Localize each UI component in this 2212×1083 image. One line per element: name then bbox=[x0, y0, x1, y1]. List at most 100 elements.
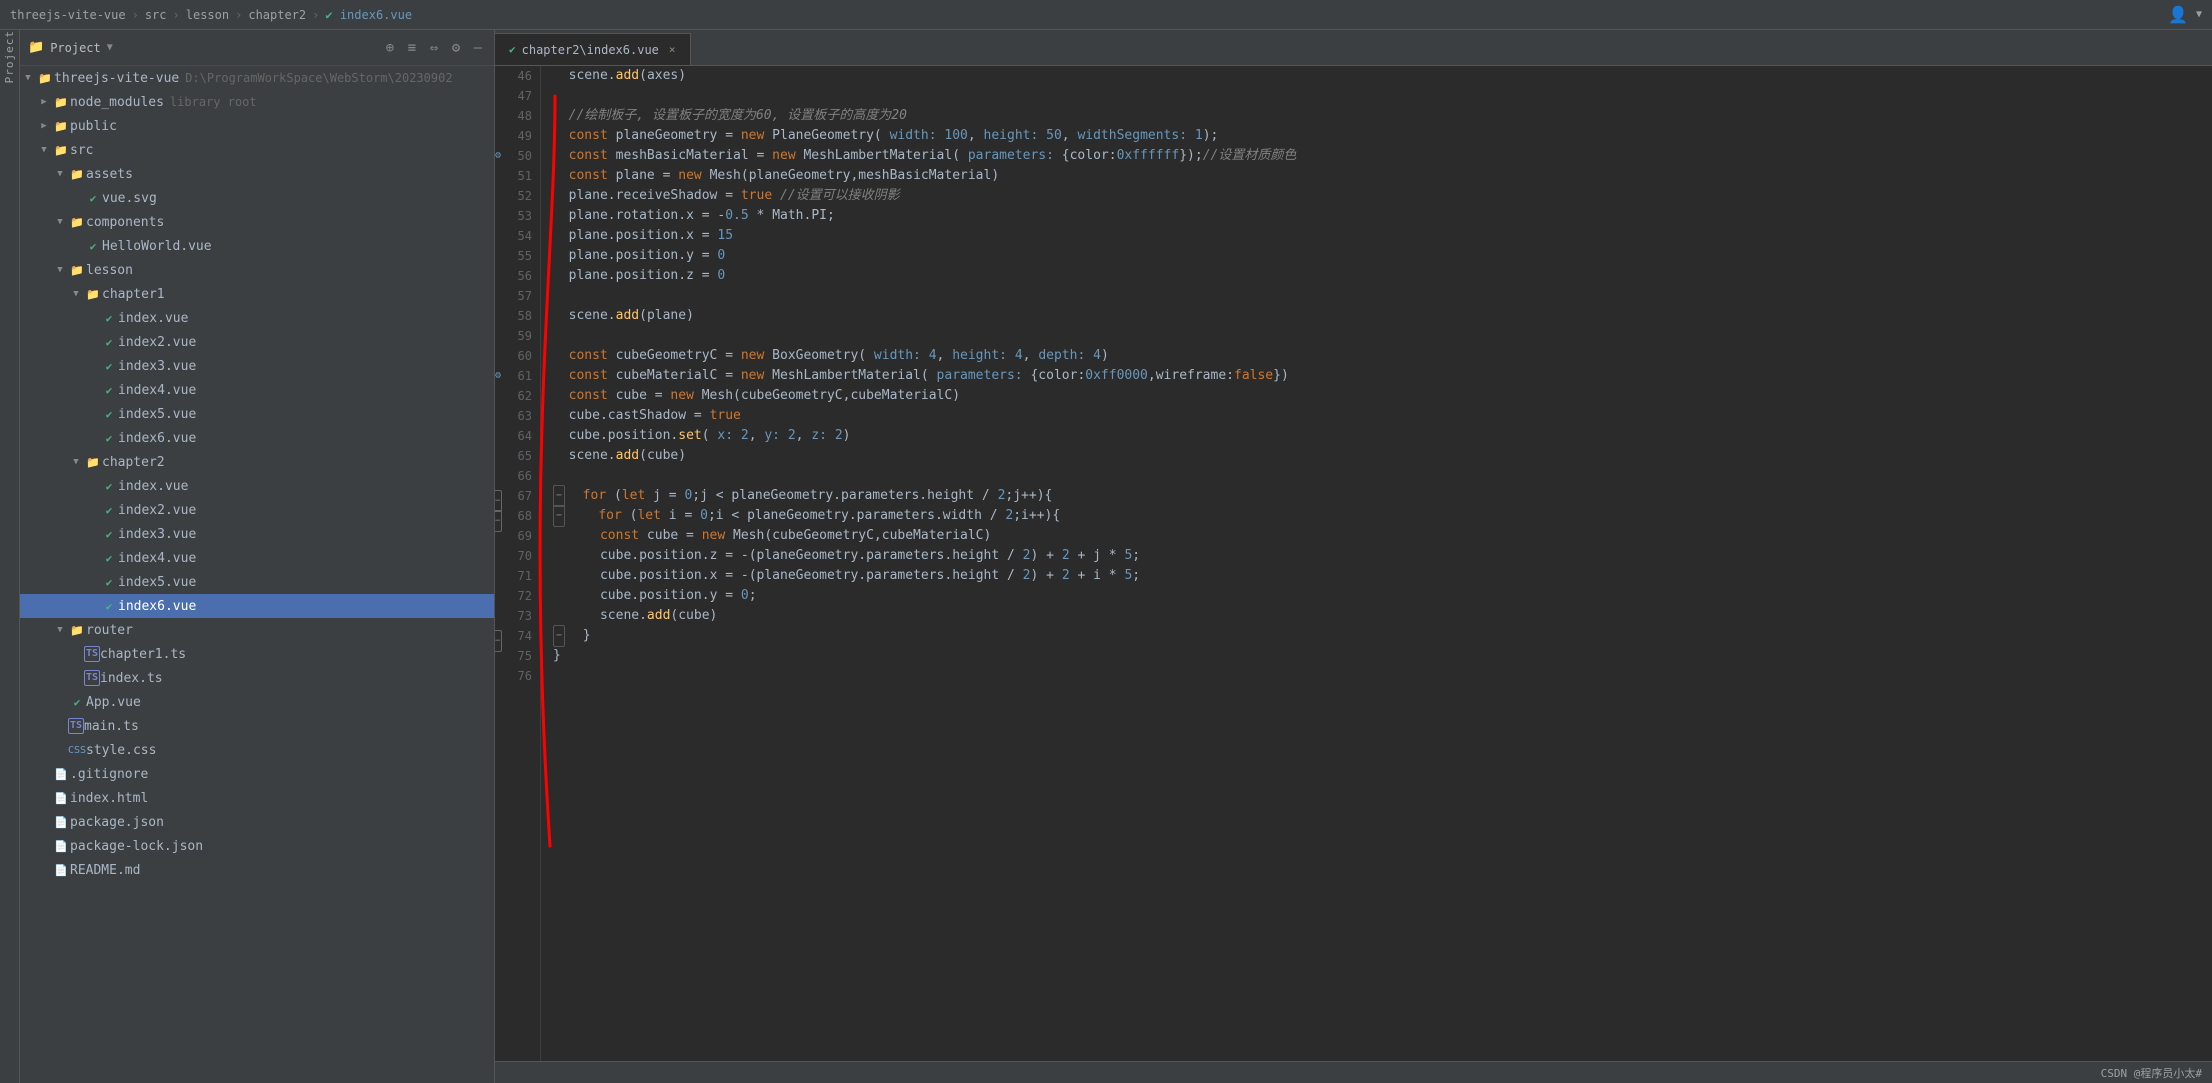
tree-item-chapter1-ts[interactable]: ▶ TS chapter1.ts bbox=[20, 642, 494, 666]
tree-item-ch1-index3[interactable]: ▶ ✔ index3.vue bbox=[20, 354, 494, 378]
tree-item-index-html[interactable]: ▶ 📄 index.html bbox=[20, 786, 494, 810]
tree-item-ch1-index2[interactable]: ▶ ✔ index2.vue bbox=[20, 330, 494, 354]
left-vertical-strip: Project bbox=[0, 30, 20, 1083]
vue-icon-ch2-index5: ✔ bbox=[100, 576, 118, 589]
tree-item-assets[interactable]: ▼ 📁 assets bbox=[20, 162, 494, 186]
code-line-68: − for (let i = 0;i < planeGeometry.param… bbox=[553, 506, 2212, 526]
tree-item-ch2-index3[interactable]: ▶ ✔ index3.vue bbox=[20, 522, 494, 546]
dropdown-icon[interactable]: ▼ bbox=[2196, 9, 2202, 20]
tree-item-ch1-index4[interactable]: ▶ ✔ index4.vue bbox=[20, 378, 494, 402]
breadcrumb-item-4[interactable]: chapter2 bbox=[248, 8, 306, 22]
line-num-75: 75 bbox=[495, 646, 540, 666]
code-line-62: const cube = new Mesh(cubeGeometryC,cube… bbox=[553, 386, 2212, 406]
vue-icon-ch1-index1: ✔ bbox=[100, 312, 118, 325]
tree-item-style-css[interactable]: ▶ CSS style.css bbox=[20, 738, 494, 762]
tree-item-HelloWorld[interactable]: ▶ ✔ HelloWorld.vue bbox=[20, 234, 494, 258]
code-content[interactable]: scene.add(axes) //绘制板子, 设置板子的宽度为60, 设置板子… bbox=[541, 66, 2212, 1061]
vue-icon-ch1-index5: ✔ bbox=[100, 408, 118, 421]
tree-item-App-vue[interactable]: ▶ ✔ App.vue bbox=[20, 690, 494, 714]
line-num-55: 55 bbox=[495, 246, 540, 266]
tree-item-ch2-index6[interactable]: ▶ ✔ index6.vue bbox=[20, 594, 494, 618]
tree-item-vue-svg[interactable]: ▶ ✔ vue.svg bbox=[20, 186, 494, 210]
tree-label-ch2-index1: index.vue bbox=[118, 479, 188, 494]
tree-item-ch1-index5[interactable]: ▶ ✔ index5.vue bbox=[20, 402, 494, 426]
breadcrumb-sep-2: › bbox=[173, 8, 180, 22]
tree-item-index-ts[interactable]: ▶ TS index.ts bbox=[20, 666, 494, 690]
code-line-59 bbox=[553, 326, 2212, 346]
tree-label-style-css: style.css bbox=[86, 743, 156, 758]
line-num-63: 63 bbox=[495, 406, 540, 426]
breadcrumb-item-3[interactable]: lesson bbox=[186, 8, 229, 22]
tree-item-main-ts[interactable]: ▶ TS main.ts bbox=[20, 714, 494, 738]
tree-arrow-root: ▼ bbox=[20, 73, 36, 83]
top-bar-right: 👤 ▼ bbox=[2168, 5, 2202, 24]
tree-item-public[interactable]: ▶ 📁 public bbox=[20, 114, 494, 138]
tree-label-public: public bbox=[70, 119, 117, 134]
tree-label-ch1-index3: index3.vue bbox=[118, 359, 196, 374]
line-num-50: ⚙ 50 bbox=[495, 146, 540, 166]
tree-item-gitignore[interactable]: ▶ 📄 .gitignore bbox=[20, 762, 494, 786]
tree-label-lesson: lesson bbox=[86, 263, 133, 278]
code-editor: 46 47 48 49 ⚙ 50 51 52 53 54 55 56 57 58 bbox=[495, 66, 2212, 1061]
tree-item-chapter1[interactable]: ▼ 📁 chapter1 bbox=[20, 282, 494, 306]
editor-tab-index6[interactable]: ✔ chapter2\index6.vue × bbox=[495, 33, 691, 65]
vue-icon-ch1-index2: ✔ bbox=[100, 336, 118, 349]
vue-icon-ch2-index1: ✔ bbox=[100, 480, 118, 493]
settings-icon[interactable]: ⚙ bbox=[448, 40, 464, 56]
tree-item-chapter2[interactable]: ▼ 📁 chapter2 bbox=[20, 450, 494, 474]
code-line-56: plane.position.z = 0 bbox=[553, 266, 2212, 286]
sort-icon[interactable]: ≡ bbox=[404, 40, 420, 56]
user-icon[interactable]: 👤 bbox=[2168, 5, 2188, 24]
code-line-60: const cubeGeometryC = new BoxGeometry( w… bbox=[553, 346, 2212, 366]
file-icon-README: 📄 bbox=[52, 864, 70, 877]
tree-item-root[interactable]: ▼ 📁 threejs-vite-vue D:\ProgramWorkSpace… bbox=[20, 66, 494, 90]
vue-icon-HelloWorld: ✔ bbox=[84, 240, 102, 253]
sidebar-dropdown-icon[interactable]: ▼ bbox=[107, 42, 113, 53]
tree-label-chapter1: chapter1 bbox=[102, 287, 165, 302]
minimize-icon[interactable]: — bbox=[470, 40, 486, 56]
sidebar-tree: ▼ 📁 threejs-vite-vue D:\ProgramWorkSpace… bbox=[20, 66, 494, 1083]
tree-item-README[interactable]: ▶ 📄 README.md bbox=[20, 858, 494, 882]
tree-item-components[interactable]: ▼ 📁 components bbox=[20, 210, 494, 234]
tree-secondary-node_modules: library root bbox=[170, 95, 257, 109]
tree-item-lesson[interactable]: ▼ 📁 lesson bbox=[20, 258, 494, 282]
file-icon-package-json: 📄 bbox=[52, 816, 70, 829]
line-num-51: 51 bbox=[495, 166, 540, 186]
code-line-57 bbox=[553, 286, 2212, 306]
tree-item-ch2-index5[interactable]: ▶ ✔ index5.vue bbox=[20, 570, 494, 594]
tree-label-index-ts: index.ts bbox=[100, 671, 163, 686]
tree-item-ch2-index1[interactable]: ▶ ✔ index.vue bbox=[20, 474, 494, 498]
tree-item-router[interactable]: ▼ 📁 router bbox=[20, 618, 494, 642]
tab-close-button[interactable]: × bbox=[669, 43, 676, 56]
breadcrumb-item-1[interactable]: threejs-vite-vue bbox=[10, 8, 126, 22]
tree-item-src[interactable]: ▼ 📁 src bbox=[20, 138, 494, 162]
breadcrumb-sep-3: › bbox=[235, 8, 242, 22]
tree-item-ch1-index1[interactable]: ▶ ✔ index.vue bbox=[20, 306, 494, 330]
folder-icon-lesson: 📁 bbox=[68, 264, 86, 277]
folder-icon-chapter2: 📁 bbox=[84, 456, 102, 469]
expand-icon[interactable]: ⇔ bbox=[426, 40, 442, 56]
line-num-67: − 67 bbox=[495, 486, 540, 506]
tab-label: chapter2\index6.vue bbox=[522, 43, 659, 57]
code-line-73: scene.add(cube) bbox=[553, 606, 2212, 626]
breadcrumb-item-2[interactable]: src bbox=[145, 8, 167, 22]
vue-icon-ch2-index2: ✔ bbox=[100, 504, 118, 517]
line-num-48: 48 bbox=[495, 106, 540, 126]
tree-item-ch2-index4[interactable]: ▶ ✔ index4.vue bbox=[20, 546, 494, 570]
code-line-72: cube.position.y = 0; bbox=[553, 586, 2212, 606]
line-num-72: 72 bbox=[495, 586, 540, 606]
code-line-53: plane.rotation.x = -0.5 * Math.PI; bbox=[553, 206, 2212, 226]
status-bar: CSDN @程序员小太# bbox=[495, 1061, 2212, 1083]
tree-item-package-json[interactable]: ▶ 📄 package.json bbox=[20, 810, 494, 834]
tree-item-ch2-index2[interactable]: ▶ ✔ index2.vue bbox=[20, 498, 494, 522]
line-num-73: 73 bbox=[495, 606, 540, 626]
tree-item-package-lock[interactable]: ▶ 📄 package-lock.json bbox=[20, 834, 494, 858]
line-num-66: 66 bbox=[495, 466, 540, 486]
code-line-69: const cube = new Mesh(cubeGeometryC,cube… bbox=[553, 526, 2212, 546]
tree-item-node_modules[interactable]: ▶ 📁 node_modules library root bbox=[20, 90, 494, 114]
code-line-52: plane.receiveShadow = true //设置可以接收阴影 bbox=[553, 186, 2212, 206]
tree-item-ch1-index6[interactable]: ▶ ✔ index6.vue bbox=[20, 426, 494, 450]
top-breadcrumb-bar: threejs-vite-vue › src › lesson › chapte… bbox=[0, 0, 2212, 30]
scope-icon[interactable]: ⊕ bbox=[382, 40, 398, 56]
line-num-49: 49 bbox=[495, 126, 540, 146]
